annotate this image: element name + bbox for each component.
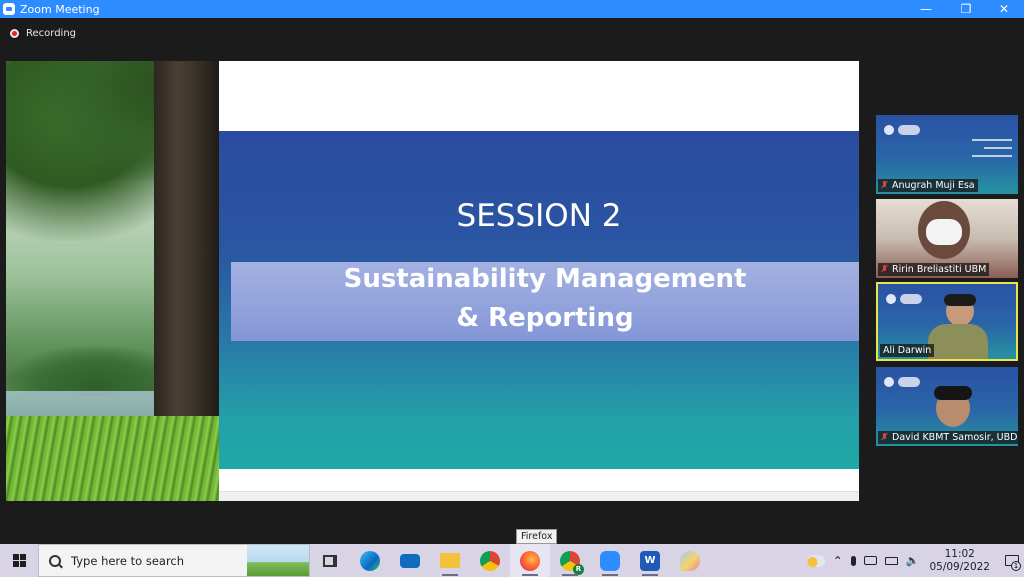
clock-date: 05/09/2022 <box>929 560 990 573</box>
participant-name-tag: David KBMT Samosir, UBD <box>878 431 1018 444</box>
mic-muted-icon <box>881 265 888 274</box>
word-icon: W <box>640 550 660 571</box>
mail-icon <box>400 553 420 568</box>
taskbar-app-zoom[interactable] <box>590 544 630 577</box>
shared-screen: SESSION 2 Sustainability Management & Re… <box>6 61 859 501</box>
battery-icon[interactable] <box>884 556 898 565</box>
taskbar-app-paint[interactable] <box>670 544 710 577</box>
minimize-button[interactable]: — <box>906 0 946 18</box>
zoom-icon <box>600 550 620 571</box>
chevron-up-icon[interactable]: ⌃ <box>833 554 843 568</box>
volume-icon[interactable]: 🔈 <box>906 554 920 567</box>
microphone-icon[interactable] <box>850 555 856 566</box>
task-view-icon <box>323 554 337 567</box>
taskbar-tooltip: Firefox <box>516 529 558 544</box>
start-button[interactable] <box>0 544 38 577</box>
taskbar-app-mail[interactable] <box>390 544 430 577</box>
participant-tile[interactable]: David KBMT Samosir, UBD <box>876 367 1018 446</box>
taskbar-app-edge[interactable] <box>350 544 390 577</box>
window-titlebar: Zoom Meeting <box>0 0 1024 18</box>
logo-icon <box>898 377 920 387</box>
camera-icon[interactable] <box>863 556 877 565</box>
taskbar-app-file-explorer[interactable] <box>430 544 470 577</box>
taskbar-app-firefox[interactable] <box>510 544 550 577</box>
edge-icon <box>360 550 380 571</box>
clock-time: 11:02 <box>944 547 975 560</box>
logo-icon <box>900 294 922 304</box>
slide-heading: SESSION 2 <box>456 198 622 234</box>
grass <box>6 416 219 501</box>
notification-count: 1 <box>1011 561 1021 571</box>
participant-tile[interactable]: Ririn Breliastiti UBM <box>876 199 1018 278</box>
windows-taskbar: Type here to search R W ⌃ 🔈 11:02 05/09/… <box>0 544 1024 577</box>
logo-icon <box>884 377 894 387</box>
slide-footer <box>219 491 859 501</box>
participant-tile-active-speaker[interactable]: Ali Darwin <box>876 282 1018 361</box>
logo-icon <box>898 125 920 135</box>
participant-name-tag: Ririn Breliastiti UBM <box>878 263 990 276</box>
profile-badge: R <box>573 563 584 575</box>
nature-background-image <box>6 61 219 501</box>
search-icon <box>49 554 61 567</box>
logo-icon <box>884 125 894 135</box>
taskbar-app-word[interactable]: W <box>630 544 670 577</box>
notifications-button[interactable]: 1 <box>1000 544 1024 577</box>
firefox-icon <box>520 550 540 571</box>
presentation-slide: SESSION 2 Sustainability Management & Re… <box>219 61 859 501</box>
close-button[interactable]: ✕ <box>984 0 1024 18</box>
system-tray: ⌃ 🔈 11:02 05/09/2022 1 <box>803 544 1024 577</box>
chrome-icon <box>480 550 500 571</box>
paint-icon <box>680 550 700 571</box>
restore-button[interactable]: ❐ <box>946 0 986 18</box>
recording-label: Recording <box>26 28 77 39</box>
weather-icon[interactable] <box>806 554 825 567</box>
taskbar-app-chrome[interactable] <box>470 544 510 577</box>
recording-indicator[interactable]: Recording <box>10 28 76 39</box>
folder-icon <box>440 553 460 568</box>
taskbar-clock[interactable]: 11:02 05/09/2022 <box>929 548 990 574</box>
face-mask <box>926 219 962 245</box>
participant-name-tag: Ali Darwin <box>880 344 935 357</box>
participant-tile[interactable]: Anugrah Muji Esa <box>876 115 1018 194</box>
tree-trunk <box>154 61 219 431</box>
mic-muted-icon <box>881 181 888 190</box>
chrome-profile-icon: R <box>560 550 584 575</box>
mic-muted-icon <box>881 433 888 442</box>
task-view-button[interactable] <box>310 544 350 577</box>
participant-name-tag: Anugrah Muji Esa <box>878 179 978 192</box>
taskbar-search-box[interactable]: Type here to search <box>38 544 310 577</box>
window-title: Zoom Meeting <box>20 2 100 16</box>
slide-subtitle-line1: Sustainability Management <box>343 264 747 294</box>
windows-logo-icon <box>12 554 26 567</box>
logo-icon <box>886 294 896 304</box>
search-highlight-image <box>247 545 309 576</box>
slide-subtitle-line2: & Reporting <box>456 303 634 333</box>
taskbar-app-chrome-profile[interactable]: R <box>550 544 590 577</box>
zoom-app-icon <box>3 3 15 15</box>
search-placeholder: Type here to search <box>71 553 185 568</box>
record-icon <box>10 29 19 38</box>
